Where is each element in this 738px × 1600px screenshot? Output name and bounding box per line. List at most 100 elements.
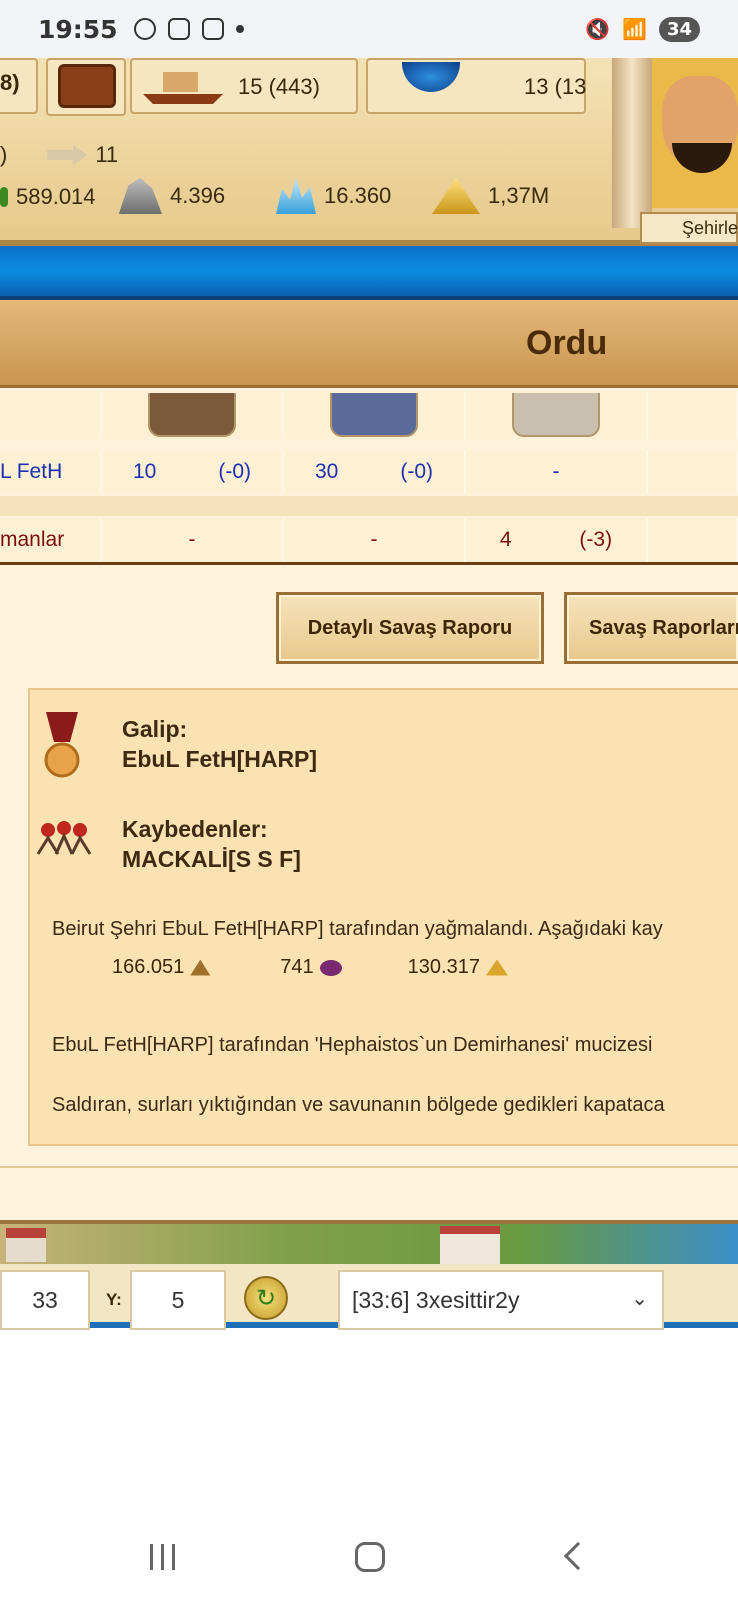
system-nav-bar [0,1500,738,1600]
status-time: 19:55 [38,14,118,44]
attacker-name[interactable]: L FetH [0,450,102,494]
battle-reports-button[interactable]: Savaş Raporları [564,592,738,664]
loot-row: 166.051 741 130.317 [112,956,508,979]
arrow-count: 11 [95,142,119,167]
unit-cell-3 [466,391,648,439]
battery-icon: 34 [658,16,700,42]
unit-image-row [0,391,738,439]
plunder-text: Beirut Şehri EbuL FetH[HARP] tarafından … [52,918,663,940]
ships-box[interactable]: 15 (443) [130,58,358,114]
sulfur-icon-small [485,959,508,976]
table-bottom-border [0,562,738,565]
coordinate-bar: 33 Y: 5 ↻ [33:6] 3xesittir2y ⌄ [0,1264,738,1330]
back-icon[interactable] [563,1541,593,1571]
city-select-value: [33:6] 3xesittir2y [352,1286,520,1313]
cities-button[interactable]: Şehirle [640,212,738,244]
defender-cell-3: 4 (-3) [466,518,648,562]
ship-icon [143,72,223,104]
recent-bar-3 [172,1544,175,1570]
resource-crystal: 16.360 [276,178,391,214]
loot-wine: 741 [280,956,314,978]
attacker-unit3: - [552,460,560,483]
x-coordinate-input[interactable]: 33 [0,1270,90,1330]
treasure-button[interactable] [46,58,126,116]
fallen-soldiers-icon [36,821,92,855]
title-bar: Ordu [0,300,738,388]
wine-icon-small [319,959,342,976]
resource-sulfur: 1,37M [432,178,549,214]
wood-icon-small [190,959,211,976]
unit-cell-1 [102,391,284,439]
chevron-down-icon: ⌄ [631,1288,648,1310]
go-arrow-icon[interactable]: ↻ [244,1276,288,1320]
chest-icon [58,64,116,108]
home-icon[interactable] [355,1542,385,1572]
advisor-beard [672,143,732,173]
sulfur-icon [432,178,480,214]
globe-box[interactable]: 13 (13 [366,58,586,114]
hoplite-unit-icon [148,393,236,437]
paren-text: ) [0,142,8,167]
sea-banner [0,246,738,300]
medal-icon [44,712,80,778]
winner-name: EbuL FetH[HARP] [122,746,318,772]
partial-counter[interactable]: 8) [0,58,38,114]
detailed-report-button[interactable]: Detaylı Savaş Raporu [276,592,544,664]
unit-image-spacer [0,391,102,439]
arrow-right-icon [47,145,88,165]
recent-apps-icon[interactable] [150,1544,175,1570]
loot-wood: 166.051 [112,956,185,978]
defender-cell-1: - [102,518,284,562]
wifi-icon: 📶 [622,17,647,41]
defender-name[interactable]: manlar [0,518,102,562]
notification-dot-icon [235,25,244,33]
partial-counter-text: 8) [0,70,20,95]
panel-divider [0,1166,738,1168]
building-icon [6,1228,46,1262]
defender-unit3-count: 4 [499,528,512,551]
y-coordinate-input[interactable]: 5 [130,1270,226,1330]
stone-value: 4.396 [170,183,226,208]
attacker-unit1-count: 10 [132,460,157,483]
package-icon [167,18,190,40]
resource-wood: 589.014 [0,184,96,210]
whatsapp-icon [133,18,156,40]
unit-cell-4 [648,391,738,439]
globe-icon [402,62,460,92]
refresh-arrow-icon: ↻ [256,1285,277,1312]
city-select[interactable]: [33:6] 3xesittir2y ⌄ [338,1270,664,1330]
advisor-portrait[interactable] [652,58,738,208]
unit-cell-2 [284,391,466,439]
row-separator [0,496,738,516]
ships-count: 15 (443) [238,74,320,99]
wonder-text: EbuL FetH[HARP] tarafından 'Hephaistos`u… [52,1034,653,1056]
pillar-decoration [612,58,652,228]
defender-cell-4 [648,518,738,562]
attacker-cell-2: 30 (-0) [284,450,466,494]
x-coordinate-value: 33 [32,1286,58,1313]
winner-label: Galip: [122,716,188,742]
attacker-unit2-loss: (-0) [400,460,433,483]
page-title: Ordu [526,324,608,362]
defender-unit2: - [370,528,378,551]
resource-stone: 4.396 [114,178,225,214]
crystal-value: 16.360 [324,183,392,208]
attacker-unit2-count: 30 [314,460,339,483]
attacker-cell-1: 10 (-0) [102,450,284,494]
y-label: Y: [106,1290,122,1309]
recent-bar-2 [161,1544,164,1570]
crystal-icon [276,178,316,214]
losers-label: Kaybedenler: [122,816,268,842]
wood-icon [0,187,8,207]
losers-name: MACKALİ[S S F] [122,846,301,872]
marble-icon [118,178,162,214]
attacker-cell-3: - [466,450,648,494]
arrow-row: ) 11 [0,142,118,168]
walls-text: Saldıran, surları yıktığından ve savunan… [52,1094,665,1116]
defender-unit1: - [188,528,196,551]
battle-reports-label: Savaş Raporları [589,616,738,639]
defender-row: manlar - - 4 (-3) [0,518,738,562]
loot-sulfur: 130.317 [407,956,480,978]
map-strip [0,1220,738,1264]
recent-bar-1 [150,1544,153,1570]
